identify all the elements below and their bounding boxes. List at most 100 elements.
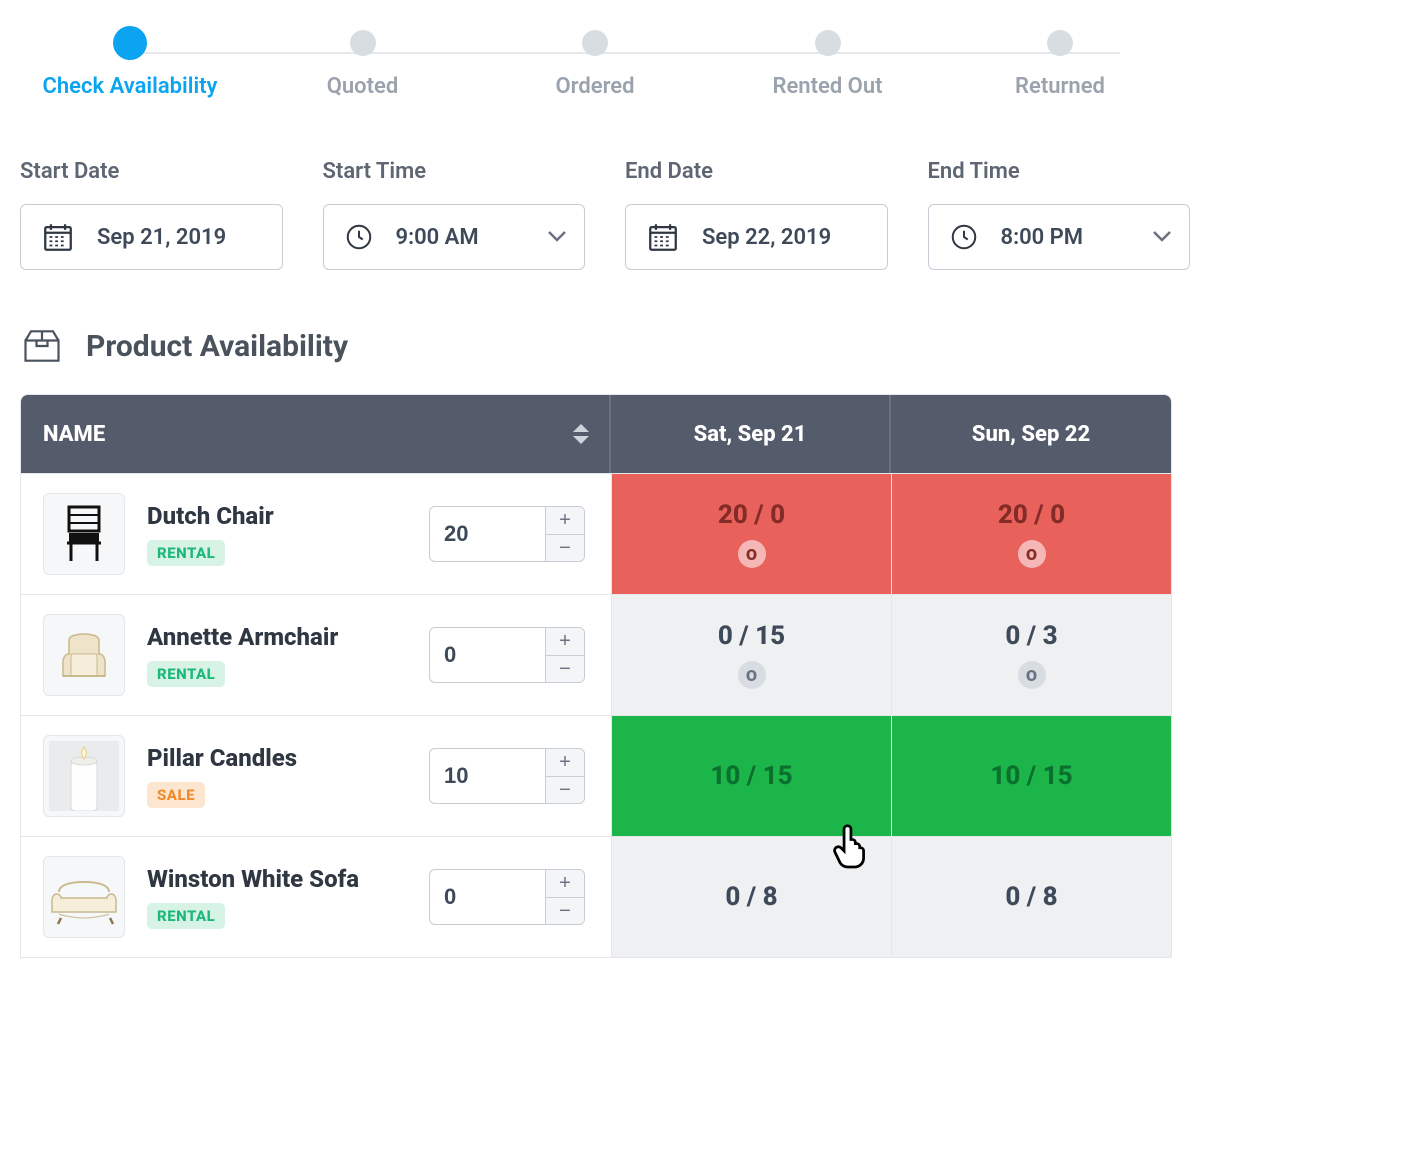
product-name[interactable]: Annette Armchair xyxy=(147,623,338,651)
step-quoted[interactable]: Quoted xyxy=(263,30,463,99)
product-meta: Annette Armchair RENTAL xyxy=(147,623,338,687)
step-dot xyxy=(582,30,608,56)
table-row: Pillar Candles SALE +− 10 / 15 10 / 15 xyxy=(21,715,1171,836)
step-check-availability[interactable]: Check Availability xyxy=(30,30,230,99)
chevron-down-icon xyxy=(1153,231,1171,243)
column-label: Sun, Sep 22 xyxy=(972,422,1090,447)
quantity-decrement-button[interactable]: − xyxy=(546,655,584,683)
product-meta: Pillar Candles SALE xyxy=(147,744,297,808)
availability-cell-day2[interactable]: 0 / 8 xyxy=(891,837,1171,957)
quantity-stepper: +− xyxy=(429,627,585,683)
quantity-stepper: +− xyxy=(429,748,585,804)
product-name[interactable]: Pillar Candles xyxy=(147,744,297,772)
product-tag: RENTAL xyxy=(147,540,225,566)
info-icon[interactable]: O xyxy=(1018,661,1046,689)
quantity-decrement-button[interactable]: − xyxy=(546,534,584,562)
step-rented-out[interactable]: Rented Out xyxy=(728,30,928,99)
end-date-value: Sep 22, 2019 xyxy=(702,225,831,250)
availability-cell-day1[interactable]: 20 / 0 O xyxy=(611,474,891,594)
availability-value: 0 / 3 xyxy=(1005,621,1057,651)
quantity-buttons: +− xyxy=(545,506,585,562)
product-name[interactable]: Dutch Chair xyxy=(147,502,274,530)
clock-icon xyxy=(949,222,979,252)
step-ordered[interactable]: Ordered xyxy=(495,30,695,99)
quantity-increment-button[interactable]: + xyxy=(546,870,584,897)
column-label: Sat, Sep 21 xyxy=(694,422,807,447)
product-tag: RENTAL xyxy=(147,661,225,687)
quantity-increment-button[interactable]: + xyxy=(546,507,584,534)
end-date-group: End Date Sep 22, 2019 xyxy=(625,159,888,270)
table-row: Winston White Sofa RENTAL +− 0 / 8 0 / 8 xyxy=(21,836,1171,957)
start-date-group: Start Date Sep 21, 2019 xyxy=(20,159,283,270)
step-dot xyxy=(815,30,841,56)
quantity-input[interactable] xyxy=(429,627,545,683)
end-date-field[interactable]: Sep 22, 2019 xyxy=(625,204,888,270)
start-time-value: 9:00 AM xyxy=(396,225,479,250)
quantity-buttons: +− xyxy=(545,869,585,925)
column-header-day1: Sat, Sep 21 xyxy=(611,395,891,473)
field-label: End Time xyxy=(928,159,1191,184)
availability-cell-day2[interactable]: 10 / 15 xyxy=(891,716,1171,836)
quantity-decrement-button[interactable]: − xyxy=(546,776,584,804)
quantity-input[interactable] xyxy=(429,869,545,925)
product-tag: SALE xyxy=(147,782,205,808)
section-title: Product Availability xyxy=(86,329,348,364)
quantity-stepper: +− xyxy=(429,506,585,562)
step-dot xyxy=(350,30,376,56)
availability-value: 0 / 8 xyxy=(1005,882,1057,912)
column-header-name[interactable]: NAME xyxy=(21,395,611,473)
product-cell: Pillar Candles SALE +− xyxy=(21,716,611,836)
product-thumbnail[interactable] xyxy=(43,493,125,575)
product-cell: Dutch Chair RENTAL +− xyxy=(21,474,611,594)
end-time-value: 8:00 PM xyxy=(1001,225,1084,250)
start-time-field[interactable]: 9:00 AM xyxy=(323,204,586,270)
column-header-day2: Sun, Sep 22 xyxy=(891,395,1171,473)
availability-value: 10 / 15 xyxy=(990,761,1072,791)
quantity-increment-button[interactable]: + xyxy=(546,749,584,776)
availability-table: NAME Sat, Sep 21 Sun, Sep 22 Dutch Chair… xyxy=(20,394,1172,958)
chevron-down-icon xyxy=(548,231,566,243)
quantity-decrement-button[interactable]: − xyxy=(546,897,584,925)
table-header: NAME Sat, Sep 21 Sun, Sep 22 xyxy=(21,395,1171,473)
availability-cell-day2[interactable]: 20 / 0 O xyxy=(891,474,1171,594)
field-label: End Date xyxy=(625,159,888,184)
calendar-icon xyxy=(646,220,680,254)
product-thumbnail[interactable] xyxy=(43,735,125,817)
availability-value: 20 / 0 xyxy=(718,500,785,530)
availability-value: 20 / 0 xyxy=(998,500,1065,530)
product-cell: Winston White Sofa RENTAL +− xyxy=(21,837,611,957)
quantity-input[interactable] xyxy=(429,506,545,562)
datetime-row: Start Date Sep 21, 2019 Start Time 9:00 … xyxy=(20,159,1190,270)
start-date-field[interactable]: Sep 21, 2019 xyxy=(20,204,283,270)
table-body: Dutch ChairRENTAL+−20 / 0O20 / 0OAnnette… xyxy=(21,473,1171,957)
step-label: Quoted xyxy=(327,74,399,99)
info-icon[interactable]: O xyxy=(738,540,766,568)
progress-stepper: Check Availability Quoted Ordered Rented… xyxy=(20,30,1170,99)
info-icon[interactable]: O xyxy=(738,661,766,689)
availability-cell-day1[interactable]: 0 / 15 O xyxy=(611,595,891,715)
product-tag: RENTAL xyxy=(147,903,225,929)
availability-cell-day1[interactable]: 10 / 15 xyxy=(611,716,891,836)
quantity-increment-button[interactable]: + xyxy=(546,628,584,655)
info-icon[interactable]: O xyxy=(1018,540,1046,568)
clock-icon xyxy=(344,222,374,252)
start-time-group: Start Time 9:00 AM xyxy=(323,159,586,270)
end-time-group: End Time 8:00 PM xyxy=(928,159,1191,270)
step-label: Returned xyxy=(1015,74,1105,99)
step-label: Ordered xyxy=(555,74,634,99)
product-thumbnail[interactable] xyxy=(43,856,125,938)
product-meta: Winston White Sofa RENTAL xyxy=(147,865,359,929)
quantity-stepper: +− xyxy=(429,869,585,925)
step-returned[interactable]: Returned xyxy=(960,30,1160,99)
availability-value: 0 / 15 xyxy=(718,621,785,651)
availability-cell-day2[interactable]: 0 / 3 O xyxy=(891,595,1171,715)
product-thumbnail[interactable] xyxy=(43,614,125,696)
product-meta: Dutch Chair RENTAL xyxy=(147,502,274,566)
sort-icon[interactable] xyxy=(573,424,589,444)
end-time-field[interactable]: 8:00 PM xyxy=(928,204,1191,270)
product-name[interactable]: Winston White Sofa xyxy=(147,865,359,893)
quantity-buttons: +− xyxy=(545,748,585,804)
quantity-input[interactable] xyxy=(429,748,545,804)
availability-value: 10 / 15 xyxy=(710,761,792,791)
availability-value: 0 / 8 xyxy=(725,882,777,912)
